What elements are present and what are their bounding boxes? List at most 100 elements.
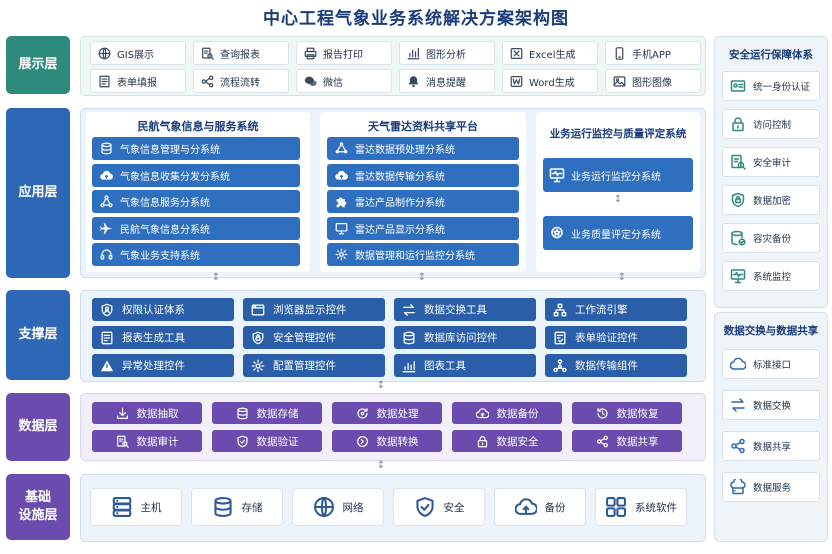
printer-icon	[297, 47, 323, 60]
display-item[interactable]: 报告打印	[296, 41, 392, 65]
share-icon	[596, 435, 609, 448]
exchange-item[interactable]: 数据服务	[722, 472, 820, 502]
infra-item-label: 网络	[342, 501, 364, 514]
radar-subsystem-item[interactable]: 数据管理和运行监控分系统	[327, 243, 519, 266]
support-item-label: 报表生成工具	[122, 332, 185, 344]
support-item[interactable]: 数据传输组件	[545, 354, 687, 377]
security-item[interactable]: 访问控制	[722, 109, 820, 139]
display-item[interactable]: 图形分析	[399, 41, 495, 65]
support-item[interactable]: 报表生成工具	[92, 326, 234, 349]
civil-subsystem-item-label: 气象信息管理与分系统	[120, 145, 220, 156]
monitor-pulse-icon	[543, 167, 571, 183]
security-item[interactable]: 统一身份认证	[722, 71, 820, 101]
data-item[interactable]: 数据转换	[332, 430, 442, 452]
layer-label-application: 应用层	[6, 108, 70, 278]
support-item-label: 数据库访问控件	[424, 332, 498, 344]
bell-icon	[400, 75, 426, 88]
support-item[interactable]: 权限认证体系	[92, 298, 234, 321]
database-check-icon	[723, 230, 753, 246]
display-item[interactable]: 消息提醒	[399, 69, 495, 93]
radar-platform-title: 天气雷达资料共享平台	[368, 120, 478, 133]
infra-item-label: 系统软件	[635, 501, 677, 514]
form-icon	[91, 75, 117, 88]
display-item[interactable]: 微信	[296, 69, 392, 93]
arrow-data-infra: ↕	[376, 460, 386, 471]
radar-subsystem-item-label: 数据管理和运行监控分系统	[355, 251, 475, 262]
display-item[interactable]: 流程流转	[193, 69, 289, 93]
civil-subsystem-item[interactable]: 气象信息收集分发分系统	[92, 163, 300, 187]
infra-item[interactable]: 主机	[90, 488, 182, 526]
security-item[interactable]: 容灾备份	[722, 223, 820, 253]
support-item[interactable]: 异常处理控件	[92, 354, 234, 377]
support-item[interactable]: 工作流引擎	[545, 298, 687, 321]
support-item-label: 配置管理控件	[273, 360, 336, 372]
support-item-label: 数据交换工具	[424, 304, 487, 316]
audit-icon	[116, 435, 129, 448]
exchange-item[interactable]: 数据交换	[722, 390, 820, 420]
share-icon	[723, 438, 753, 454]
infra-item[interactable]: 存储	[191, 488, 283, 526]
data-item[interactable]: 数据备份	[452, 402, 562, 424]
security-item[interactable]: 数据加密	[722, 185, 820, 215]
display-item[interactable]: 手机APP	[605, 41, 701, 65]
radar-subsystem-item[interactable]: 雷达产品制作分系统	[327, 190, 519, 213]
data-item[interactable]: 数据抽取	[92, 402, 202, 424]
radar-subsystem-item[interactable]: 雷达数据传输分系统	[327, 163, 519, 187]
data-item[interactable]: 数据恢复	[572, 402, 682, 424]
monitor-subsystem-item-label: 业务质量评定分系统	[571, 229, 661, 241]
exchange-item-label: 标准接口	[753, 360, 792, 371]
monitor-subsystem-item[interactable]: 业务质量评定分系统	[543, 216, 693, 250]
civil-subsystem-item[interactable]: 民航气象信息分系统	[92, 216, 300, 240]
data-item[interactable]: 数据共享	[572, 430, 682, 452]
radar-subsystem-item[interactable]: 雷达产品显示分系统	[327, 216, 519, 240]
radar-subsystem-item[interactable]: 雷达数据预处理分系统	[327, 137, 519, 160]
infra-item[interactable]: 网络	[292, 488, 384, 526]
civil-subsystem-item-label: 民航气象信息分系统	[120, 224, 210, 236]
infra-item-label: 备份	[544, 501, 566, 514]
infra-item[interactable]: 备份	[494, 488, 586, 526]
display-item[interactable]: 查询报表	[193, 41, 289, 65]
data-item[interactable]: 数据处理	[332, 402, 442, 424]
infra-item[interactable]: 系统软件	[595, 488, 687, 526]
support-item[interactable]: 数据交换工具	[394, 298, 536, 321]
security-item[interactable]: 安全审计	[722, 147, 820, 177]
arrow-app-support-3: ↕	[617, 272, 627, 283]
exchange-item[interactable]: 标准接口	[722, 349, 820, 379]
display-item[interactable]: 图形图像	[605, 69, 701, 93]
workflow-icon	[545, 303, 575, 317]
puzzle-icon	[327, 195, 355, 208]
display-item[interactable]: Word生成	[502, 69, 598, 93]
display-item[interactable]: 表单填报	[90, 69, 186, 93]
support-item[interactable]: 浏览器显示控件	[243, 298, 385, 321]
support-item[interactable]: 数据库访问控件	[394, 326, 536, 349]
data-item[interactable]: 数据安全	[452, 430, 562, 452]
data-item[interactable]: 数据审计	[92, 430, 202, 452]
support-item[interactable]: 配置管理控件	[243, 354, 385, 377]
security-item-label: 统一身份认证	[753, 82, 811, 93]
civil-subsystem-item[interactable]: 气象信息服务分系统	[92, 190, 300, 213]
infra-item[interactable]: 安全	[393, 488, 485, 526]
exchange-item[interactable]: 数据共享	[722, 431, 820, 461]
monitor-subsystem-item[interactable]: 业务运行监控分系统	[543, 158, 693, 192]
civil-subsystem-item[interactable]: 气象业务支持系统	[92, 243, 300, 266]
support-item-label: 权限认证体系	[122, 304, 185, 316]
security-item[interactable]: 系统监控	[722, 261, 820, 291]
lock-icon	[476, 435, 489, 448]
radar-subsystem-item-label: 雷达产品制作分系统	[355, 198, 445, 209]
data-item[interactable]: 数据存储	[212, 402, 322, 424]
civil-subsystem-item[interactable]: 气象信息管理与分系统	[92, 137, 300, 160]
display-item[interactable]: Excel生成	[502, 41, 598, 65]
report-icon	[92, 331, 122, 345]
display-item-label: 表单填报	[117, 77, 157, 89]
support-item-label: 图表工具	[424, 360, 466, 372]
exchange-panel-title: 数据交换与数据共享	[723, 325, 819, 337]
support-item[interactable]: 表单验证控件	[545, 326, 687, 349]
display-item[interactable]: GIS展示	[90, 41, 186, 65]
bar-chart-icon	[400, 47, 426, 60]
support-item[interactable]: 图表工具	[394, 354, 536, 377]
data-item-label: 数据审计	[136, 435, 179, 448]
support-item[interactable]: 安全管理控件	[243, 326, 385, 349]
data-item[interactable]: 数据验证	[212, 430, 322, 452]
layer-label-data: 数据层	[6, 393, 70, 461]
civil-subsystem-item-label: 气象业务支持系统	[120, 251, 200, 262]
